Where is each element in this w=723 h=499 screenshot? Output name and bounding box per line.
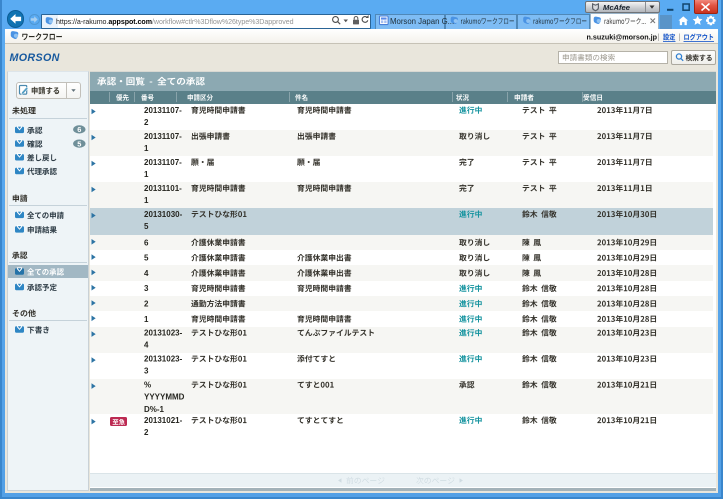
svg-text:YYYYMMD: YYYYMMD <box>144 393 185 402</box>
svg-text:|: | <box>658 32 660 41</box>
svg-text:6: 6 <box>144 238 149 247</box>
svg-text:MORSON: MORSON <box>10 52 60 64</box>
svg-text:2: 2 <box>144 118 149 127</box>
svg-text:20131030-: 20131030- <box>144 210 183 219</box>
svg-text:5: 5 <box>144 222 149 231</box>
svg-text:20131101-: 20131101- <box>144 184 182 193</box>
svg-text:1: 1 <box>144 170 149 179</box>
svg-text:20131107-: 20131107- <box>144 106 182 115</box>
svg-text:20131107-: 20131107- <box>144 158 182 167</box>
svg-text:4: 4 <box>144 341 149 350</box>
svg-text:3: 3 <box>144 367 149 376</box>
svg-text:1: 1 <box>144 144 149 153</box>
svg-text:%: % <box>144 381 151 390</box>
svg-text:D%-1: D%-1 <box>144 405 165 414</box>
svg-text:1: 1 <box>144 196 149 205</box>
svg-text:20131021-: 20131021- <box>144 416 183 425</box>
svg-text:Morson Japan G...: Morson Japan G... <box>390 17 454 26</box>
svg-text:5: 5 <box>77 139 81 148</box>
svg-text:https://a-rakumo.appspot.com/w: https://a-rakumo.appspot.com/workflow#ct… <box>56 18 294 26</box>
svg-text:20131023-: 20131023- <box>144 355 183 364</box>
svg-text:1: 1 <box>144 315 149 324</box>
svg-text:20131023-: 20131023- <box>144 329 183 338</box>
svg-text:6: 6 <box>77 125 81 134</box>
svg-text:|: | <box>679 32 681 41</box>
svg-text:4: 4 <box>144 269 149 278</box>
svg-text:5: 5 <box>144 254 149 263</box>
svg-text:2: 2 <box>144 428 149 437</box>
svg-text:3: 3 <box>144 284 149 293</box>
svg-text:20131107-: 20131107- <box>144 132 182 141</box>
svg-text:2: 2 <box>144 300 149 309</box>
svg-text:McAfee: McAfee <box>603 3 631 12</box>
svg-text:n.suzuki@morson.jp: n.suzuki@morson.jp <box>587 33 658 42</box>
